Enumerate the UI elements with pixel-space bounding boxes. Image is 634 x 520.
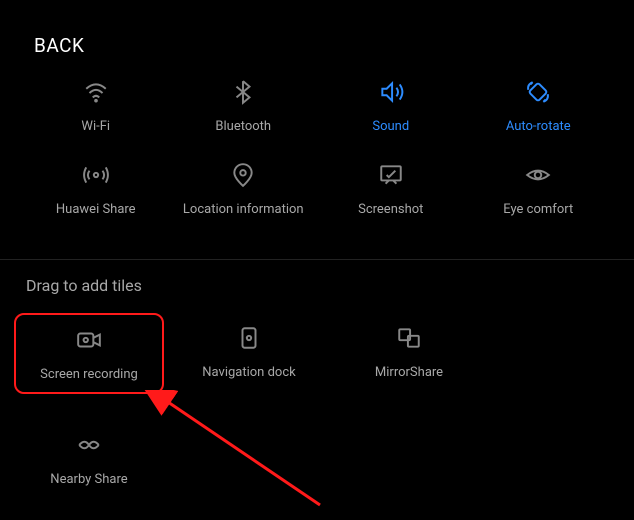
screenrecording-icon xyxy=(76,327,102,353)
tile-label: Huawei Share xyxy=(56,202,136,217)
autorotate-icon xyxy=(525,79,551,105)
huaweishare-icon xyxy=(83,162,109,188)
header: BACK xyxy=(0,0,634,57)
tile-screenshot[interactable]: Screenshot xyxy=(317,162,465,217)
bluetooth-icon xyxy=(230,79,256,105)
nearbyshare-icon xyxy=(76,432,102,458)
tiles-row-2: Huawei Share Location information Screen… xyxy=(12,162,622,217)
tile-autorotate[interactable]: Auto-rotate xyxy=(465,79,613,134)
tile-label: Bluetooth xyxy=(215,119,271,134)
tile-screenrecording[interactable]: Screen recording xyxy=(14,313,164,394)
screenshot-icon xyxy=(378,162,404,188)
tile-label: Screen recording xyxy=(40,367,138,382)
active-tiles-section: Wi-Fi Bluetooth Sound Auto-rotate Hua xyxy=(0,57,634,255)
tile-label: Eye comfort xyxy=(503,202,573,217)
inactive-row-1: Screen recording Navigation dock MirrorS… xyxy=(14,313,620,394)
location-icon xyxy=(230,162,256,188)
tile-label: Screenshot xyxy=(358,202,423,217)
tile-navigationdock[interactable]: Navigation dock xyxy=(174,313,324,394)
tile-location[interactable]: Location information xyxy=(170,162,318,217)
tile-bluetooth[interactable]: Bluetooth xyxy=(170,79,318,134)
tile-label: MirrorShare xyxy=(375,365,443,380)
inactive-tiles-section: Screen recording Navigation dock MirrorS… xyxy=(0,313,634,497)
tile-eyecomfort[interactable]: Eye comfort xyxy=(465,162,613,217)
tile-sound[interactable]: Sound xyxy=(317,79,465,134)
drag-hint-text: Drag to add tiles xyxy=(0,260,634,313)
sound-icon xyxy=(378,79,404,105)
navigationdock-icon xyxy=(236,325,262,351)
tile-label: Navigation dock xyxy=(202,365,295,380)
tile-label: Auto-rotate xyxy=(506,119,571,134)
tile-label: Sound xyxy=(372,119,409,134)
tile-mirrorshare[interactable]: MirrorShare xyxy=(334,313,484,394)
tile-label: Wi-Fi xyxy=(81,119,110,134)
tiles-row-1: Wi-Fi Bluetooth Sound Auto-rotate xyxy=(12,79,622,134)
tile-label: Location information xyxy=(183,202,304,217)
mirrorshare-icon xyxy=(396,325,422,351)
wifi-icon xyxy=(83,79,109,105)
tile-label: Nearby Share xyxy=(50,472,127,487)
tile-nearbyshare[interactable]: Nearby Share xyxy=(14,420,164,497)
tile-huaweishare[interactable]: Huawei Share xyxy=(22,162,170,217)
eyecomfort-icon xyxy=(525,162,551,188)
inactive-row-2: Nearby Share xyxy=(14,420,620,497)
back-button[interactable]: BACK xyxy=(34,34,84,57)
tile-wifi[interactable]: Wi-Fi xyxy=(22,79,170,134)
